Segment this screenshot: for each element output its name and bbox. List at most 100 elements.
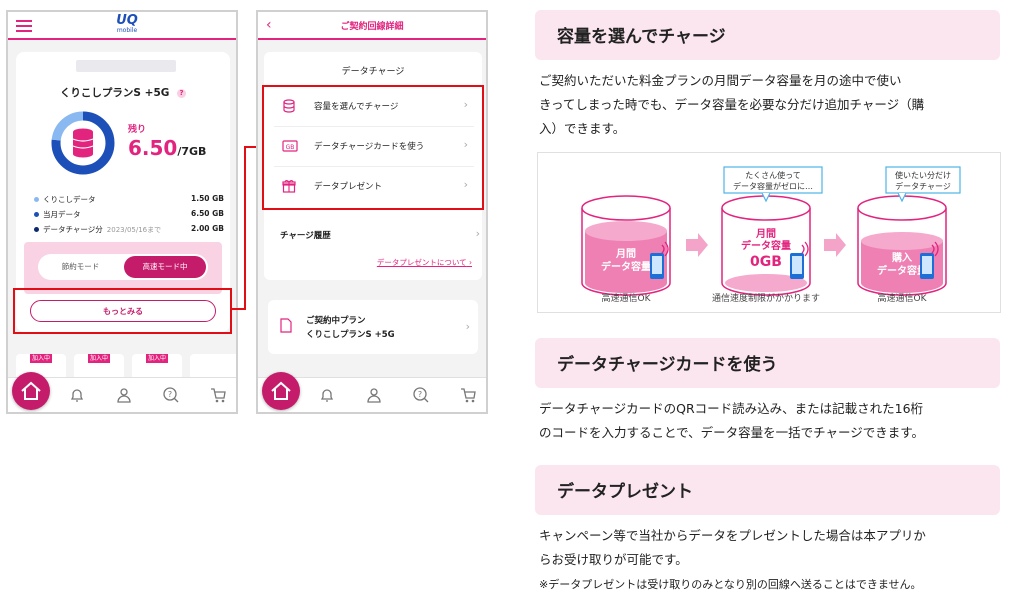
data-row-value: 2.00 GB — [191, 224, 224, 233]
home-icon — [21, 381, 41, 400]
cyl2-text: 月間 — [755, 228, 776, 240]
data-row-label: 当月データ — [43, 210, 81, 219]
body-line: 入）できます。 — [539, 121, 626, 136]
logo-text: UQ — [116, 13, 138, 28]
cyl2-text: データ容量 — [741, 239, 791, 252]
cyl1-text: データ容量 — [601, 260, 651, 273]
charge-illustration: 月間 データ容量 高速通信OK 月間 データ容量 0GB たくさん使って データ… — [537, 152, 1001, 313]
data-usage-ring — [51, 111, 115, 175]
cylinder-monthly-empty: 月間 データ容量 0GB — [721, 195, 811, 296]
user-icon[interactable] — [115, 386, 133, 404]
section-heading-text: 容量を選んでチャージ — [557, 27, 726, 47]
app-header: UQ mobile — [8, 12, 236, 40]
section-heading: 容量を選んでチャージ — [535, 10, 1000, 60]
svg-text:?: ? — [418, 390, 422, 399]
data-row-label-text: データチャージ分 — [43, 225, 103, 234]
remaining-unit: /7GB — [177, 145, 207, 158]
data-row: くりこしデータ 1.50 GB — [34, 194, 224, 209]
highlight-frame-data-charge-menu — [262, 85, 484, 210]
plan-name-text: くりこしプランS +5G — [59, 87, 170, 99]
section-title: データチャージ — [341, 67, 405, 77]
subscribed-badge: 加入中 — [146, 354, 168, 363]
charge-diagram: 月間 データ容量 高速通信OK 月間 データ容量 0GB たくさん使って データ… — [581, 166, 961, 304]
cart-icon[interactable] — [209, 386, 227, 404]
bubble2-text: データチャージ — [895, 181, 951, 191]
section-heading: データチャージカードを使う — [535, 338, 1000, 388]
bottom-nav: ? — [258, 372, 486, 412]
home-button[interactable] — [262, 372, 300, 410]
cylinder-monthly-full: 月間 データ容量 — [581, 195, 671, 296]
footnote: ※データプレゼントは受け取りのみとなり別の回線へ送ることはできません。 — [539, 578, 922, 591]
svg-text:?: ? — [168, 390, 172, 399]
chevron-right-icon: › — [465, 320, 470, 333]
section-heading: データプレゼント — [535, 465, 1000, 515]
section-body: データチャージカードのQRコード読み込み、または記載された16桁 のコードを入力… — [539, 397, 999, 445]
data-row-label: データチャージ分 2023/05/16まで — [43, 224, 161, 235]
chevron-right-icon: › — [475, 227, 480, 240]
data-breakdown: くりこしデータ 1.50 GB 当月データ 6.50 GB データチャージ分 20… — [34, 194, 224, 239]
cyl1-caption: 高速通信OK — [602, 292, 652, 304]
current-plan-card[interactable]: ご契約中プラン くりこしプランS +5G › — [268, 300, 478, 354]
home-button[interactable] — [12, 372, 50, 410]
home-icon — [271, 381, 291, 400]
help-icon[interactable]: ? — [177, 88, 187, 98]
page-title: ご契約回線詳細 — [340, 22, 404, 32]
bell-icon[interactable] — [318, 386, 336, 404]
cart-icon[interactable] — [459, 386, 477, 404]
current-plan-label: ご契約中プラン — [306, 316, 366, 326]
data-row: 当月データ 6.50 GB — [34, 209, 224, 224]
plan-name: くりこしプランS +5G ? — [16, 85, 230, 100]
remaining-value: 6.50/7GB — [128, 136, 206, 160]
app-header: ‹ ご契約回線詳細 — [258, 12, 486, 40]
fast-mode-option[interactable]: 高速モード中 — [124, 256, 206, 278]
section-heading-text: データプレゼント — [557, 482, 693, 502]
legend-dot — [34, 197, 39, 202]
subscribed-badge: 加入中 — [30, 354, 52, 363]
body-line: ご契約いただいた料金プランの月間データ容量を月の途中で使い — [539, 73, 902, 88]
data-present-info-link[interactable]: データプレゼントについて › — [377, 257, 472, 268]
legend-dot — [34, 212, 39, 217]
data-row: データチャージ分 2023/05/16まで 2.00 GB — [34, 224, 224, 239]
user-icon[interactable] — [365, 386, 383, 404]
subscribed-badge: 加入中 — [88, 354, 110, 363]
bubble2-text: 使いたい分だけ — [895, 170, 951, 180]
cyl2-zero: 0GB — [750, 254, 782, 270]
body-line: データチャージカードのQRコード読み込み、または記載された16桁 — [539, 401, 924, 416]
arrow-right-icon — [824, 233, 846, 257]
connector-line — [244, 146, 246, 310]
speed-mode-toggle[interactable]: 節約モード 高速モード中 — [38, 254, 208, 280]
body-line: らお受け取りが可能です。 — [539, 552, 688, 567]
bottom-nav: ? — [8, 372, 236, 412]
cyl3-caption: 高速通信OK — [878, 292, 928, 304]
remaining-label: 残り — [128, 125, 147, 135]
logo-subtext: mobile — [116, 27, 138, 34]
remaining-number: 6.50 — [128, 136, 178, 160]
document-icon — [280, 318, 292, 333]
app-screen-line-detail: ‹ ご契約回線詳細 データチャージ 容量を選んでチャージ › GB データチャー… — [256, 10, 488, 414]
body-line: のコードを入力することで、データ容量を一括でチャージできます。 — [539, 425, 925, 440]
cyl2-caption: 通信速度制限がかかります — [712, 292, 820, 304]
cyl3-text: データ容量 — [877, 264, 927, 277]
charge-history-label: チャージ履歴 — [280, 231, 331, 241]
cyl3-text: 購入 — [891, 251, 912, 264]
phone-number-placeholder — [76, 60, 176, 72]
eco-mode-option[interactable]: 節約モード — [38, 254, 123, 280]
menu-icon[interactable] — [16, 20, 32, 32]
database-icon — [72, 128, 94, 158]
data-row-value: 1.50 GB — [191, 194, 224, 203]
uq-mobile-logo: UQ mobile — [112, 14, 142, 34]
arrow-right-icon — [686, 233, 708, 257]
section-body: ご契約いただいた料金プランの月間データ容量を月の途中で使い きってしまった時でも… — [539, 69, 999, 141]
help-search-icon[interactable]: ? — [412, 386, 430, 404]
body-line: きってしまった時でも、データ容量を必要な分だけ追加チャージ（購 — [539, 97, 925, 112]
app-screen-plan: UQ mobile くりこしプランS +5G ? 残り 6.50/7GB くりこ… — [6, 10, 238, 414]
help-search-icon[interactable]: ? — [162, 386, 180, 404]
charge-history-link[interactable]: チャージ履歴 › — [280, 227, 480, 245]
link-text: データプレゼントについて — [376, 258, 467, 267]
current-plan-name: くりこしプランS +5G — [306, 330, 395, 340]
highlight-frame-see-more — [13, 288, 232, 334]
bell-icon[interactable] — [68, 386, 86, 404]
speed-mode-area: 節約モード 高速モード中 — [24, 242, 222, 294]
data-row-date: 2023/05/16まで — [106, 226, 162, 234]
cyl1-text: 月間 — [615, 248, 636, 260]
